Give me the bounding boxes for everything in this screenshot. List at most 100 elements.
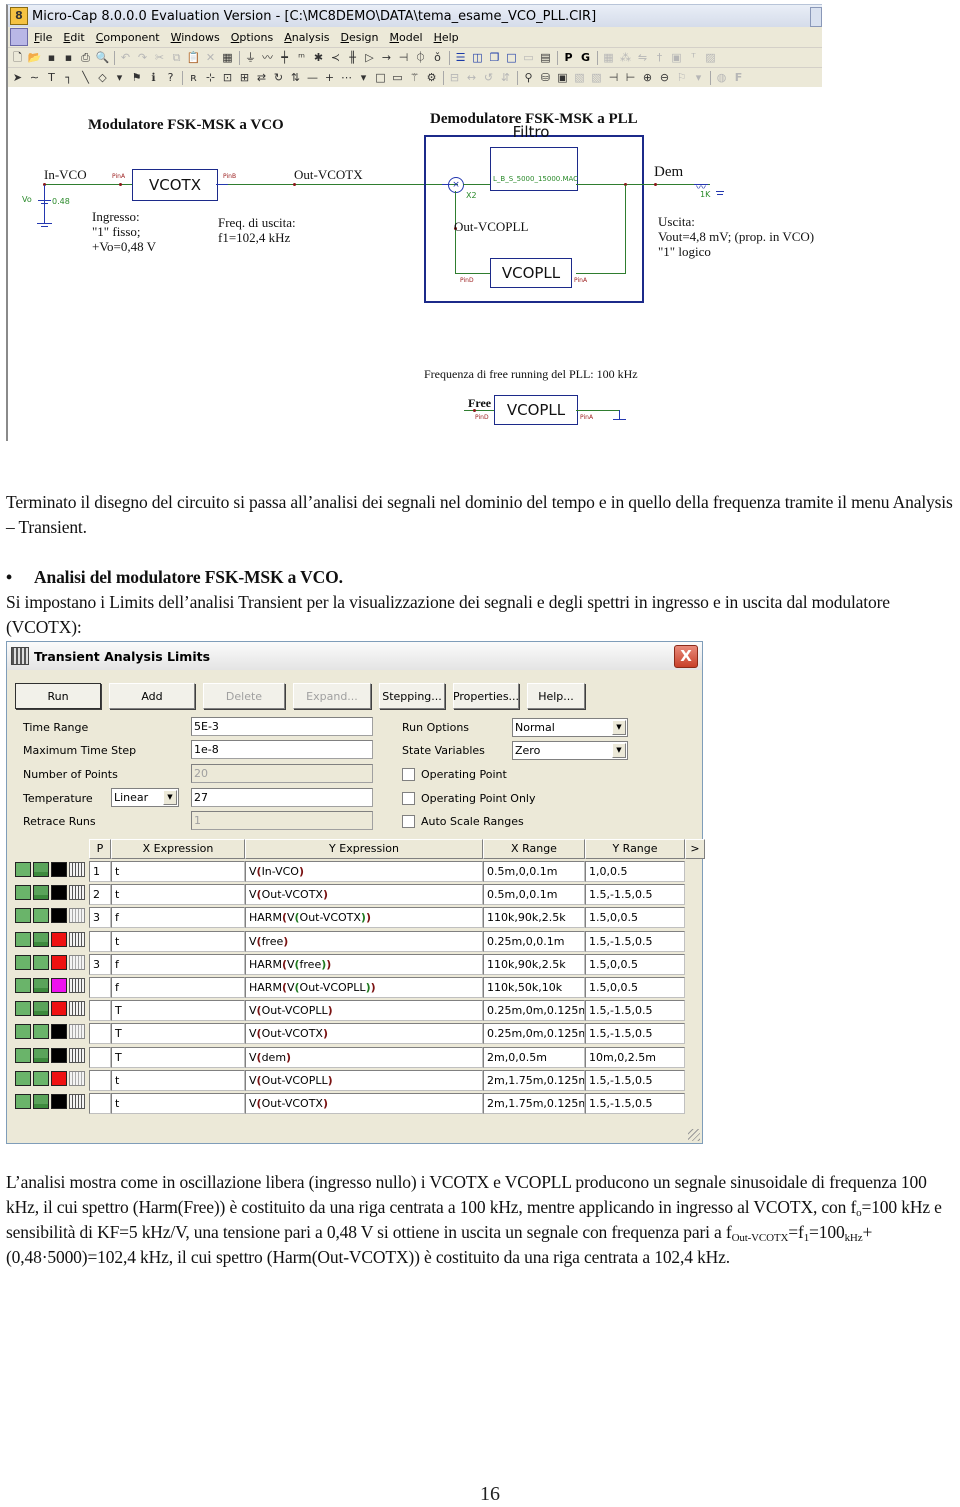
point-style-swatch[interactable] xyxy=(33,1070,49,1086)
dim2-icon[interactable]: ↔ xyxy=(465,71,478,84)
line-style-swatch[interactable] xyxy=(15,931,31,947)
delete-icon[interactable]: ✕ xyxy=(204,51,217,64)
line-style-swatch[interactable] xyxy=(15,862,31,877)
operating-point-checkbox[interactable]: Operating Point xyxy=(402,768,507,781)
probe-icon[interactable]: ⊡ xyxy=(221,71,234,84)
cell-x-expression[interactable]: T xyxy=(111,1000,245,1022)
color-swatch[interactable] xyxy=(51,885,67,901)
undo-icon[interactable]: ↶ xyxy=(119,51,132,64)
bus-icon[interactable]: ┐ xyxy=(62,71,75,84)
cascade-icon[interactable]: ❐ xyxy=(488,51,501,64)
cell-y-range[interactable]: 1.5,-1.5,0.5 xyxy=(585,884,685,906)
line-style-swatch[interactable] xyxy=(15,1024,31,1040)
cell-p[interactable]: 1 xyxy=(89,861,111,882)
paste-icon[interactable]: 📋 xyxy=(187,51,201,64)
print-preview-icon[interactable]: 🔍 xyxy=(96,51,110,64)
line-style-swatch[interactable] xyxy=(15,1001,31,1017)
stepping-button[interactable]: Stepping... xyxy=(379,683,445,709)
expand-button[interactable]: Expand... xyxy=(293,683,371,709)
find-icon[interactable]: ⚲ xyxy=(522,71,535,84)
color-icon[interactable]: ◍ xyxy=(715,71,728,84)
cell-y-expression[interactable]: HARM(V(Out-VCOPLL)) xyxy=(245,977,483,998)
cell-x-expression[interactable]: T xyxy=(111,1023,245,1045)
add-button[interactable]: Add xyxy=(109,683,195,709)
cell-x-range[interactable]: 0.5m,0,0.1m xyxy=(483,884,585,906)
checkbox-box[interactable] xyxy=(402,792,415,805)
opamp-icon[interactable]: ▷ xyxy=(363,51,376,64)
vcopll-free-block[interactable]: VCOPLL xyxy=(494,395,578,425)
cell-p[interactable]: 3 xyxy=(89,953,111,975)
swap-icon[interactable]: ⇄ xyxy=(255,71,268,84)
cell-y-range[interactable]: 1.5,0,0.5 xyxy=(585,953,685,975)
col-header-y-range[interactable]: Y Range xyxy=(585,839,685,859)
cell-y-expression[interactable]: V(In-VCO) xyxy=(245,861,483,882)
cell-y-range[interactable]: 10m,0,2.5m xyxy=(585,1046,685,1068)
battery-icon[interactable]: ⊣ xyxy=(397,51,410,64)
wand-icon[interactable]: ⚚ xyxy=(408,71,421,84)
line-style-swatch[interactable] xyxy=(15,1070,31,1086)
line-style-swatch[interactable] xyxy=(15,1094,31,1109)
point-style-swatch[interactable] xyxy=(33,931,49,947)
cell-x-range[interactable]: 0.25m,0m,0.125m xyxy=(483,1023,585,1045)
menu-help[interactable]: Help xyxy=(434,31,459,44)
cell-x-expression[interactable]: t xyxy=(111,861,245,882)
grid-icon[interactable]: ▦ xyxy=(602,51,615,64)
cell-x-range[interactable]: 0.5m,0,0.1m xyxy=(483,861,585,882)
cell-x-expression[interactable]: t xyxy=(111,884,245,906)
cell-x-expression[interactable]: t xyxy=(111,1093,245,1114)
toolbar-button-g[interactable]: G xyxy=(579,51,592,64)
cell-y-range[interactable]: 1.5,0,0.5 xyxy=(585,907,685,929)
point-style-swatch[interactable] xyxy=(33,885,49,901)
rotate-icon[interactable]: ↻ xyxy=(272,71,285,84)
line-style-swatch[interactable] xyxy=(15,954,31,970)
cell-x-range[interactable]: 0.25m,0m,0.125m xyxy=(483,1000,585,1022)
table-style-swatch[interactable] xyxy=(69,931,85,947)
help-button[interactable]: Help... xyxy=(527,683,585,709)
point-style-swatch[interactable] xyxy=(33,978,49,993)
num-points-input[interactable]: 20 xyxy=(191,764,373,783)
toolbar-button-f[interactable]: F xyxy=(732,71,745,84)
cell-y-range[interactable]: 1.5,-1.5,0.5 xyxy=(585,1069,685,1091)
rect-icon[interactable]: □ xyxy=(374,71,387,84)
max-time-step-input[interactable]: 1e-8 xyxy=(191,740,373,759)
pin-right-icon[interactable]: ⊢ xyxy=(624,71,637,84)
point-style-swatch[interactable] xyxy=(33,862,49,877)
pulse-icon[interactable]: ⏀ xyxy=(414,51,427,64)
temperature-mode-select[interactable]: Linear ▼ xyxy=(111,788,179,807)
ground-icon[interactable]: ⏚ xyxy=(244,51,257,64)
point-style-swatch[interactable] xyxy=(33,954,49,970)
cell-x-expression[interactable]: f xyxy=(111,977,245,998)
node-icon[interactable]: ⊹ xyxy=(204,71,217,84)
document-icon[interactable] xyxy=(10,28,28,46)
dots-icon[interactable]: ⋯ xyxy=(340,71,353,84)
cell-p[interactable] xyxy=(89,930,111,952)
zoom-out-icon[interactable]: ⊖ xyxy=(658,71,671,84)
dim1-icon[interactable]: ⊟ xyxy=(448,71,461,84)
props-icon[interactable]: ⚙ xyxy=(425,71,438,84)
menu-windows[interactable]: Windows xyxy=(171,31,220,44)
menu-edit[interactable]: Edit xyxy=(63,31,84,44)
col-header-y-expression[interactable]: Y Expression xyxy=(245,839,483,859)
wire-icon[interactable]: ∼ xyxy=(28,71,41,84)
dropdown-icon[interactable]: ▾ xyxy=(113,71,126,84)
new-icon[interactable]: 🗋 xyxy=(11,51,24,64)
table-style-swatch[interactable] xyxy=(69,885,85,901)
cell-x-expression[interactable]: T xyxy=(111,1046,245,1068)
attr-icon[interactable]: ⊞ xyxy=(238,71,251,84)
schematic-canvas[interactable]: Modulatore FSK-MSK a VCO In-VCO PinA VCO… xyxy=(8,87,822,441)
dim4-icon[interactable]: ⇵ xyxy=(499,71,512,84)
color-swatch[interactable] xyxy=(51,931,67,947)
filter-block[interactable] xyxy=(490,147,578,191)
cell-y-range[interactable]: 1,0,0.5 xyxy=(585,861,685,882)
checkbox-box[interactable] xyxy=(402,815,415,828)
run-button[interactable]: Run xyxy=(15,683,101,709)
cross-icon[interactable]: + xyxy=(323,71,336,84)
copy-icon[interactable]: ⧉ xyxy=(170,51,183,64)
cell-y-expression[interactable]: V(Out-VCOPLL) xyxy=(245,1069,483,1091)
temperature-input[interactable]: 27 xyxy=(191,788,373,807)
table-style-swatch[interactable] xyxy=(69,908,85,924)
color-swatch[interactable] xyxy=(51,1001,67,1017)
mosfet-icon[interactable]: ╫ xyxy=(346,51,359,64)
chevron-down-icon[interactable]: ▼ xyxy=(163,790,177,805)
cell-y-range[interactable]: 1.5,-1.5,0.5 xyxy=(585,930,685,952)
